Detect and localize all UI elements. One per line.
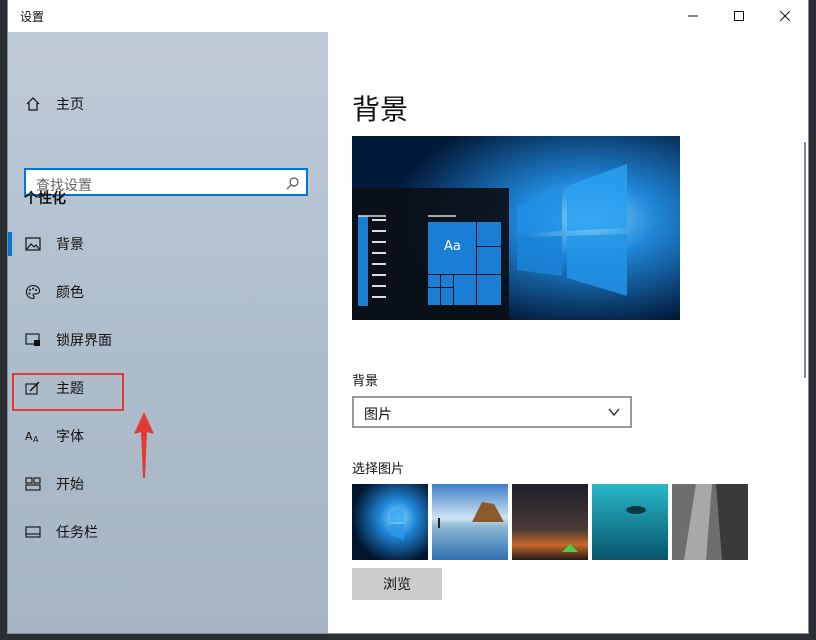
sidebar-item-label: 任务栏 (56, 525, 98, 541)
window-title: 设置 (20, 10, 45, 24)
choose-picture-label: 选择图片 (352, 462, 405, 477)
sidebar-item-taskbar[interactable]: 任务栏 (8, 512, 328, 552)
search-icon (286, 175, 300, 190)
sidebar-item-label: 主页 (56, 97, 84, 113)
svg-text:A: A (25, 430, 33, 443)
main-content: 背景 Aa 背景 图片 选择图片 浏览 (328, 32, 808, 633)
close-button[interactable] (762, 0, 808, 32)
picture-thumbnail-rock[interactable] (672, 484, 748, 560)
start-icon (24, 475, 42, 493)
font-icon: AA (24, 427, 42, 445)
sidebar-item-background[interactable]: 背景 (8, 224, 328, 264)
maximize-icon (734, 11, 744, 21)
picture-icon (24, 235, 42, 253)
title-bar: 设置 (8, 0, 808, 32)
sidebar-item-colors[interactable]: 颜色 (8, 272, 328, 312)
close-icon (780, 11, 790, 21)
taskbar-icon (24, 523, 42, 541)
scrollbar-thumb[interactable] (804, 142, 806, 378)
background-preview: Aa (352, 136, 680, 320)
sidebar-item-label: 锁屏界面 (56, 333, 112, 349)
sidebar-item-start[interactable]: 开始 (8, 464, 328, 504)
sidebar-item-label: 颜色 (56, 285, 84, 301)
picture-thumbnail-beach[interactable] (432, 484, 508, 560)
minimize-button[interactable] (670, 0, 716, 32)
chevron-down-icon (608, 408, 620, 417)
sidebar-item-lock-screen[interactable]: 锁屏界面 (8, 320, 328, 360)
lock-screen-icon (24, 331, 42, 349)
preview-tile-text: Aa (444, 239, 461, 254)
settings-window: 设置 主页 查找设置 个性化 背景 颜色 锁屏界面 主题 A A 字体 开始 任… (8, 0, 808, 633)
browse-button[interactable]: 浏览 (352, 568, 442, 600)
picture-thumbnail-underwater[interactable] (592, 484, 668, 560)
highlight-box (12, 373, 124, 411)
background-label: 背景 (352, 374, 379, 389)
palette-icon (24, 283, 42, 301)
picture-thumbnail-night[interactable] (512, 484, 588, 560)
sidebar-item-label: 字体 (56, 429, 84, 445)
maximize-button[interactable] (716, 0, 762, 32)
sidebar: 主页 查找设置 个性化 背景 颜色 锁屏界面 主题 A A 字体 开始 任务栏 (8, 32, 328, 633)
arrow-up-annotation (134, 412, 154, 478)
page-title: 背景 (352, 93, 409, 126)
svg-text:A: A (33, 435, 39, 443)
sidebar-item-label: 背景 (56, 237, 84, 253)
sidebar-item-home[interactable]: 主页 (8, 84, 328, 124)
picture-thumbnail-windows[interactable] (352, 484, 428, 560)
watermark-brand: Baidu经验 (628, 575, 774, 608)
search-input[interactable]: 查找设置 (24, 168, 308, 196)
watermark: Baidu经验 jingyan.baidu.com (628, 570, 808, 630)
home-icon (24, 95, 42, 113)
watermark-url: jingyan.baidu.com (636, 606, 738, 619)
sidebar-item-label: 开始 (56, 477, 84, 493)
select-value: 图片 (364, 407, 392, 423)
sidebar-item-fonts[interactable]: AA 字体 (8, 416, 328, 456)
section-title: 个性化 (24, 191, 66, 207)
background-type-select[interactable]: 图片 (352, 396, 632, 428)
minimize-icon (688, 15, 698, 17)
